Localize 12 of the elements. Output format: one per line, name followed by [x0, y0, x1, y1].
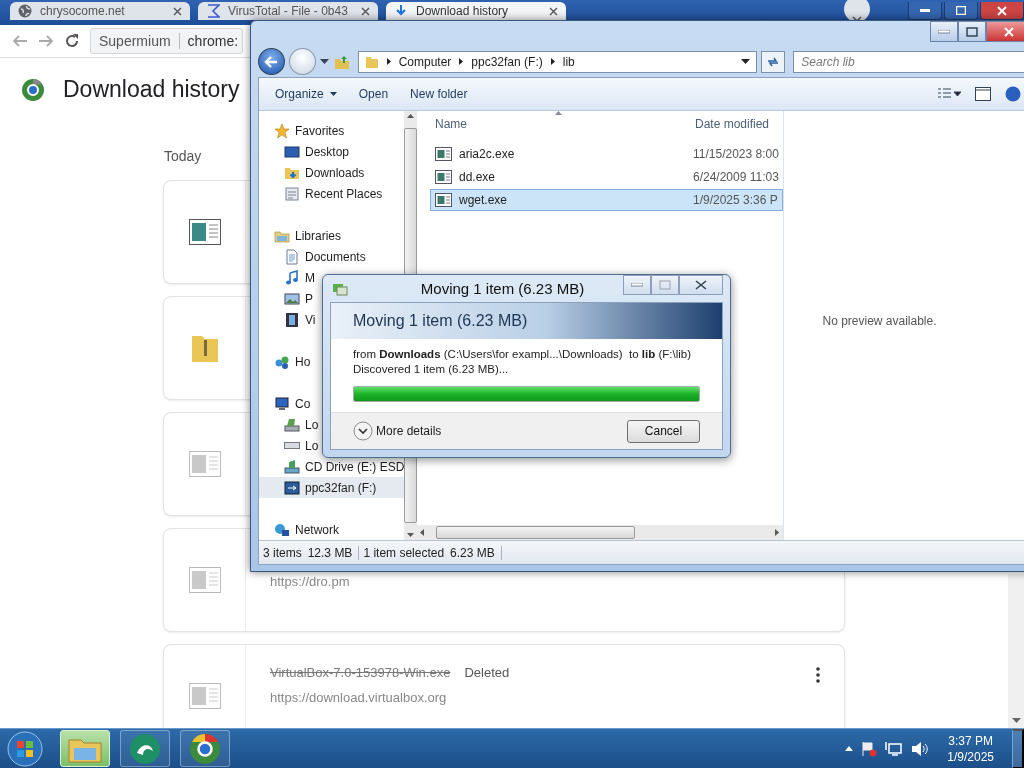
date-heading: Today	[164, 148, 202, 164]
dialog-heading: Moving 1 item (6.23 MB)	[353, 312, 528, 330]
preview-message: No preview available.	[822, 313, 937, 328]
source-destination-text: from Downloads (C:\Users\for exampl...\Downloads) to lib (F:\lib)	[353, 347, 693, 362]
progress-status: Discovered 1 item (6.23 MB)...	[353, 362, 510, 377]
selection-size: 6.23 MB	[450, 545, 495, 560]
selection-count: 1 item selected	[363, 545, 445, 560]
total-size: 12.3 MB	[307, 545, 353, 560]
dialog-title: Moving 1 item (6.23 MB)	[419, 280, 586, 297]
item-count: 3 items	[263, 545, 302, 560]
download-status: Deleted	[464, 665, 510, 680]
page-title: Download history	[63, 76, 240, 103]
